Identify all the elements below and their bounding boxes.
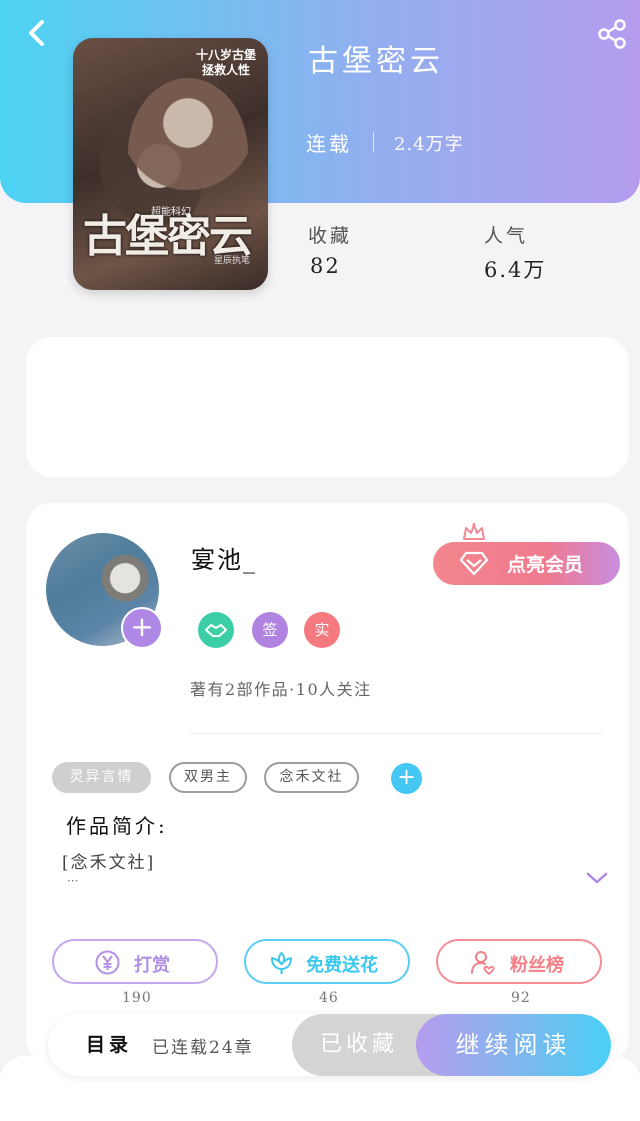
author-meta: 著有2部作品·10人关注 xyxy=(190,680,372,699)
vip-button-label: 点亮会员 xyxy=(507,554,584,576)
follow-button[interactable]: + xyxy=(121,607,163,649)
word-count: 2.4万字 xyxy=(394,134,464,155)
flower-icon xyxy=(271,951,292,974)
fan-rank-button[interactable]: 粉丝榜 xyxy=(436,939,602,984)
signed-badge: 签 xyxy=(252,612,288,648)
book-status: 连载 xyxy=(306,132,352,156)
book-title: 古堡密云 xyxy=(308,44,444,79)
fan-rank-label: 粉丝榜 xyxy=(510,955,564,976)
yen-icon xyxy=(95,950,120,975)
flower-count: 46 xyxy=(319,990,339,1006)
bottom-action-bar: 目录 已连载24章 已收藏 继续阅读 xyxy=(48,1014,611,1076)
tag-chip[interactable]: 灵异言情 xyxy=(52,762,151,793)
chevron-down-icon[interactable] xyxy=(585,870,609,886)
continue-reading-button[interactable]: 继续阅读 xyxy=(416,1014,611,1076)
empty-card xyxy=(26,337,629,477)
fan-icon xyxy=(471,951,495,975)
tip-count: 190 xyxy=(122,990,152,1006)
tag-chip[interactable]: 双男主 xyxy=(169,762,247,793)
cover-author: 星辰执笔 xyxy=(213,256,250,266)
divider xyxy=(373,132,374,152)
stat-value-popularity: 6.4万 xyxy=(484,258,547,282)
tag-chip[interactable]: 念禾文社 xyxy=(264,762,359,793)
tip-label: 打赏 xyxy=(134,955,170,976)
intro-ellipsis: ··· xyxy=(67,874,79,888)
intro-title: 作品简介: xyxy=(66,814,168,838)
vip-button[interactable]: 点亮会员 xyxy=(433,542,620,585)
flower-button[interactable]: 免费送花 xyxy=(244,939,410,984)
diamond-icon xyxy=(459,551,489,576)
author-name[interactable]: 宴池_ xyxy=(191,540,257,575)
stat-value-favorites: 82 xyxy=(310,254,341,278)
chapter-count: 已连载24章 xyxy=(152,1038,254,1058)
verified-badge: 实 xyxy=(304,612,340,648)
share-icon[interactable] xyxy=(596,18,628,50)
crown-icon xyxy=(463,523,485,540)
catalog-button[interactable]: 目录 xyxy=(86,1030,132,1057)
intro-text: [念禾文社] xyxy=(62,853,156,873)
back-icon[interactable] xyxy=(22,16,52,50)
cover-tagline: 十八岁古堡 拯救人性 xyxy=(195,48,256,77)
fan-rank-count: 92 xyxy=(511,990,531,1006)
book-cover[interactable]: 十八岁古堡 拯救人性 超能科幻 古堡密云 星辰执笔 xyxy=(73,38,268,290)
handshake-icon xyxy=(198,612,234,648)
tip-button[interactable]: 打赏 xyxy=(52,939,218,984)
flower-label: 免费送花 xyxy=(306,955,378,976)
stat-label-popularity: 人气 xyxy=(484,225,529,247)
add-tag-button[interactable]: + xyxy=(391,763,422,794)
divider xyxy=(190,733,602,734)
stat-label-favorites: 收藏 xyxy=(308,225,353,247)
